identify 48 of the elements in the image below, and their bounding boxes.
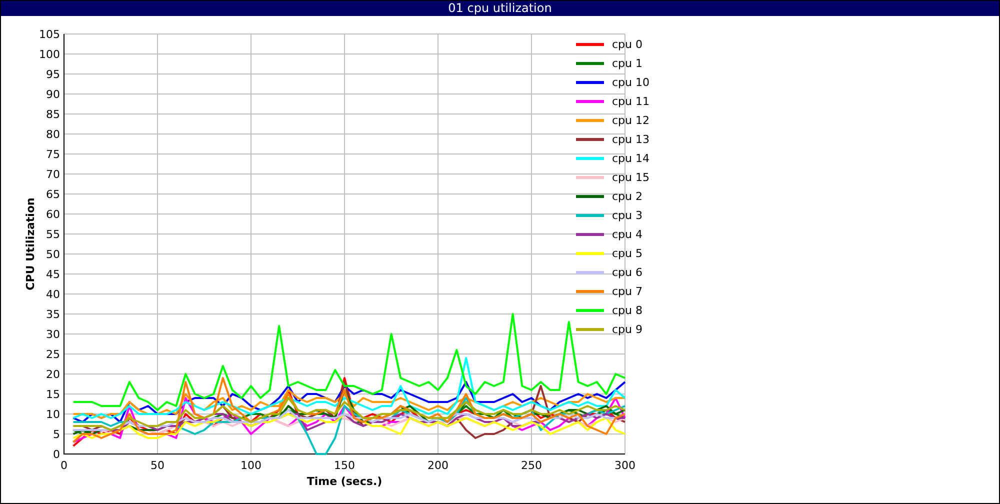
tick-label: 45 bbox=[46, 268, 60, 281]
tick-label: 70 bbox=[46, 168, 60, 181]
tick-label: 100 bbox=[240, 459, 262, 472]
tick-label: 200 bbox=[428, 459, 448, 472]
legend-label: cpu 14 bbox=[612, 152, 650, 165]
tick-label: 5 bbox=[53, 428, 60, 441]
legend-label: cpu 4 bbox=[612, 228, 642, 241]
legend-label: cpu 8 bbox=[612, 304, 642, 317]
tick-label: 40 bbox=[46, 288, 60, 301]
legend-label: cpu 11 bbox=[612, 95, 650, 108]
legend-label: cpu 12 bbox=[612, 114, 650, 127]
legend-label: cpu 1 bbox=[612, 57, 642, 70]
legend-label: cpu 5 bbox=[612, 247, 642, 260]
tick-label: 50 bbox=[150, 459, 164, 472]
tick-label: 105 bbox=[39, 28, 60, 41]
tick-label: 15 bbox=[46, 388, 60, 401]
legend-label: cpu 3 bbox=[612, 209, 642, 222]
legend-label: cpu 15 bbox=[612, 171, 650, 184]
window-title: 01 cpu utilization bbox=[1, 1, 999, 16]
tick-label: 65 bbox=[46, 188, 60, 201]
legend-label: cpu 10 bbox=[612, 76, 650, 89]
tick-label: 30 bbox=[46, 328, 60, 341]
tick-label: 10 bbox=[46, 408, 60, 421]
tick-label: 75 bbox=[46, 148, 60, 161]
tick-label: 35 bbox=[46, 308, 60, 321]
legend-label: cpu 2 bbox=[612, 190, 642, 203]
tick-label: 20 bbox=[46, 368, 60, 381]
legend-label: cpu 13 bbox=[612, 133, 650, 146]
tick-label: 250 bbox=[521, 459, 542, 472]
tick-label: 300 bbox=[614, 459, 636, 472]
tick-label: 0 bbox=[60, 459, 68, 472]
tick-label: 90 bbox=[46, 88, 60, 101]
tick-label: 80 bbox=[46, 128, 60, 141]
axis-title: CPU Utilization bbox=[24, 198, 37, 290]
tick-label: 150 bbox=[334, 459, 355, 472]
tick-label: 60 bbox=[46, 208, 60, 221]
tick-label: 85 bbox=[46, 108, 60, 121]
tick-label: 50 bbox=[46, 248, 60, 261]
legend-label: cpu 6 bbox=[612, 266, 642, 279]
tick-label: 100 bbox=[39, 48, 60, 61]
tick-label: 55 bbox=[46, 228, 60, 241]
tick-label: 25 bbox=[46, 348, 60, 361]
legend-label: cpu 0 bbox=[612, 38, 642, 51]
legend-label: cpu 7 bbox=[612, 285, 642, 298]
tick-label: 0 bbox=[53, 448, 60, 461]
axis-title: Time (secs.) bbox=[306, 475, 382, 488]
legend-label: cpu 9 bbox=[612, 323, 642, 336]
tick-label: 95 bbox=[46, 68, 60, 81]
